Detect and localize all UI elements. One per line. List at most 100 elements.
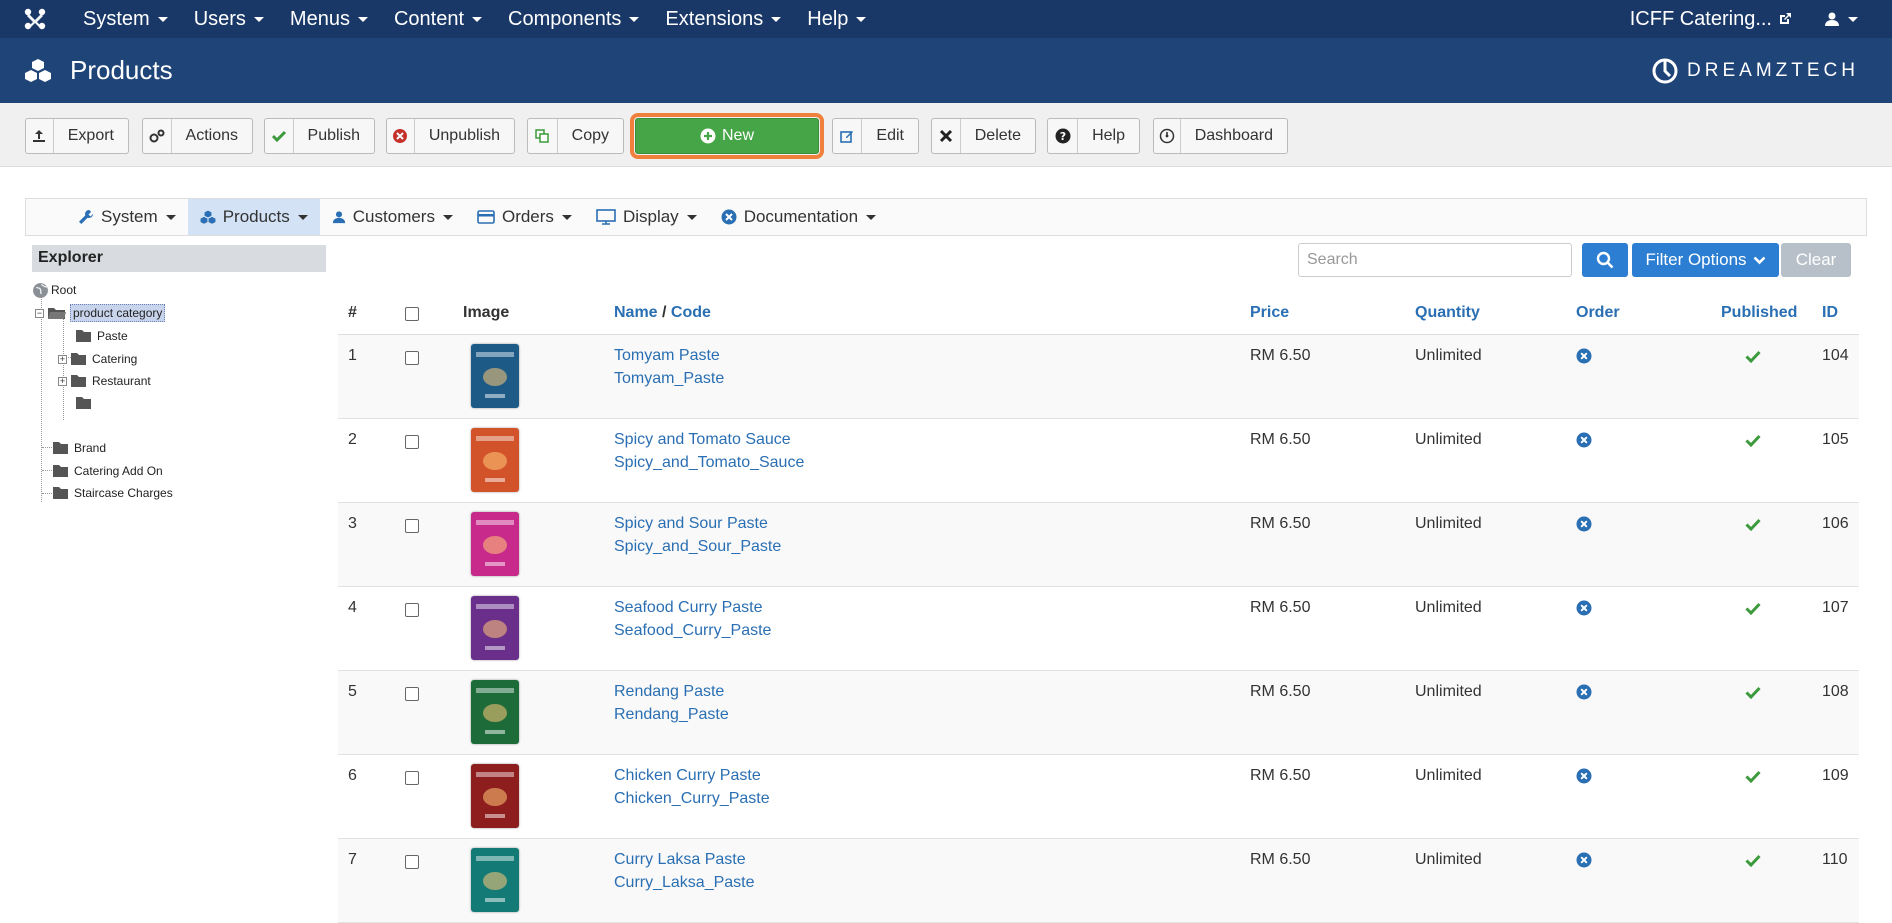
user-icon [1825,12,1839,26]
tree-node-brand[interactable]: Brand [52,439,108,457]
delete-button[interactable]: Delete [931,118,1036,154]
published-check-icon[interactable] [1745,350,1761,363]
menu-extensions[interactable]: Extensions [652,8,794,31]
joomla-logo-icon[interactable] [0,7,70,31]
dashboard-button[interactable]: Dashboard [1153,118,1288,154]
product-code-link[interactable]: Tomyam_Paste [614,370,724,388]
sort-name-link[interactable]: Name [614,304,658,321]
menu-system[interactable]: System [70,8,181,31]
product-thumbnail[interactable] [471,848,519,912]
publish-button[interactable]: Publish [264,118,375,154]
order-remove-icon[interactable] [1576,852,1592,868]
row-checkbox[interactable] [405,435,419,449]
product-code-link[interactable]: Curry_Laksa_Paste [614,874,755,892]
order-remove-icon[interactable] [1576,768,1592,784]
sort-quantity-link[interactable]: Quantity [1415,304,1480,322]
row-checkbox[interactable] [405,855,419,869]
actions-button[interactable]: Actions [142,118,253,154]
filter-options-button[interactable]: Filter Options [1632,243,1779,277]
new-button[interactable]: New [630,113,824,159]
order-remove-icon[interactable] [1576,348,1592,364]
copy-button[interactable]: Copy [527,118,624,154]
product-id: 109 [1822,767,1849,784]
select-all-checkbox[interactable] [405,307,419,321]
tree-node-unnamed[interactable] [75,394,95,412]
product-name-link[interactable]: Rendang Paste [614,683,724,701]
search-button[interactable] [1582,243,1628,277]
subnav-orders[interactable]: Orders [465,199,584,235]
sort-order-link[interactable]: Order [1576,304,1620,322]
search-input[interactable] [1298,243,1572,277]
published-check-icon[interactable] [1745,518,1761,531]
product-code-link[interactable]: Spicy_and_Tomato_Sauce [614,454,804,472]
product-code-link[interactable]: Seafood_Curry_Paste [614,622,771,640]
sort-code-link[interactable]: Code [671,304,711,321]
tree-node-paste[interactable]: Paste [75,327,130,345]
product-code-link[interactable]: Rendang_Paste [614,706,729,724]
product-name-link[interactable]: Tomyam Paste [614,347,720,365]
order-remove-icon[interactable] [1576,684,1592,700]
help-button[interactable]: ? Help [1047,118,1140,154]
row-checkbox[interactable] [405,603,419,617]
subnav-display[interactable]: Display [584,199,709,235]
subnav-system[interactable]: System [66,199,188,235]
expand-icon[interactable]: + [58,376,67,386]
edit-button[interactable]: Edit [832,118,919,154]
product-thumbnail[interactable] [471,764,519,828]
product-thumbnail[interactable] [471,512,519,576]
caret-down-icon [165,214,176,220]
subnav-customers[interactable]: Customers [320,199,465,235]
product-code-link[interactable]: Spicy_and_Sour_Paste [614,538,781,556]
unpublish-button[interactable]: Unpublish [386,118,515,154]
menu-menus[interactable]: Menus [277,8,381,31]
tree-root[interactable]: Root [32,281,78,299]
sort-id-link[interactable]: ID [1822,304,1838,322]
product-name-link[interactable]: Seafood Curry Paste [614,599,763,617]
row-checkbox[interactable] [405,687,419,701]
product-name-link[interactable]: Chicken Curry Paste [614,767,761,785]
product-name-link[interactable]: Spicy and Tomato Sauce [614,431,791,449]
published-check-icon[interactable] [1745,686,1761,699]
product-price: RM 6.50 [1250,431,1311,448]
site-link[interactable]: ICFF Catering... [1630,8,1824,31]
clear-button[interactable]: Clear [1781,243,1851,277]
row-checkbox[interactable] [405,519,419,533]
product-quantity: Unlimited [1415,851,1482,868]
menu-content[interactable]: Content [381,8,495,31]
row-checkbox[interactable] [405,351,419,365]
menu-components[interactable]: Components [495,8,652,31]
subnav-documentation[interactable]: Documentation [709,199,888,235]
tree-node-restaurant[interactable]: + Restaurant [58,372,153,390]
order-remove-icon[interactable] [1576,432,1592,448]
sort-price-link[interactable]: Price [1250,304,1289,322]
product-name-link[interactable]: Curry Laksa Paste [614,851,746,869]
published-check-icon[interactable] [1745,770,1761,783]
expand-icon[interactable]: + [58,354,67,364]
product-thumbnail[interactable] [471,596,519,660]
export-button[interactable]: Export [25,118,129,154]
product-code-link[interactable]: Chicken_Curry_Paste [614,790,770,808]
tree-node-staircase-charges[interactable]: Staircase Charges [52,484,175,502]
product-thumbnail[interactable] [471,680,519,744]
product-thumbnail[interactable] [471,344,519,408]
row-checkbox[interactable] [405,771,419,785]
tree-node-product-category[interactable]: − product category [35,304,166,322]
tree-node-catering[interactable]: + Catering [58,350,139,368]
product-thumbnail[interactable] [471,428,519,492]
collapse-icon[interactable]: − [35,308,44,318]
product-quantity: Unlimited [1415,599,1482,616]
tree-node-catering-add-on[interactable]: Catering Add On [52,462,165,480]
user-menu[interactable] [1824,11,1892,27]
order-remove-icon[interactable] [1576,600,1592,616]
published-check-icon[interactable] [1745,434,1761,447]
sort-published-link[interactable]: Published [1721,304,1797,322]
published-check-icon[interactable] [1745,602,1761,615]
menu-users[interactable]: Users [181,8,277,31]
order-remove-icon[interactable] [1576,516,1592,532]
product-name-link[interactable]: Spicy and Sour Paste [614,515,768,533]
menu-help[interactable]: Help [794,8,879,31]
thumb-footer [485,898,505,902]
published-check-icon[interactable] [1745,854,1761,867]
subnav-products[interactable]: Products [187,199,320,235]
thumb-footer [485,730,505,734]
